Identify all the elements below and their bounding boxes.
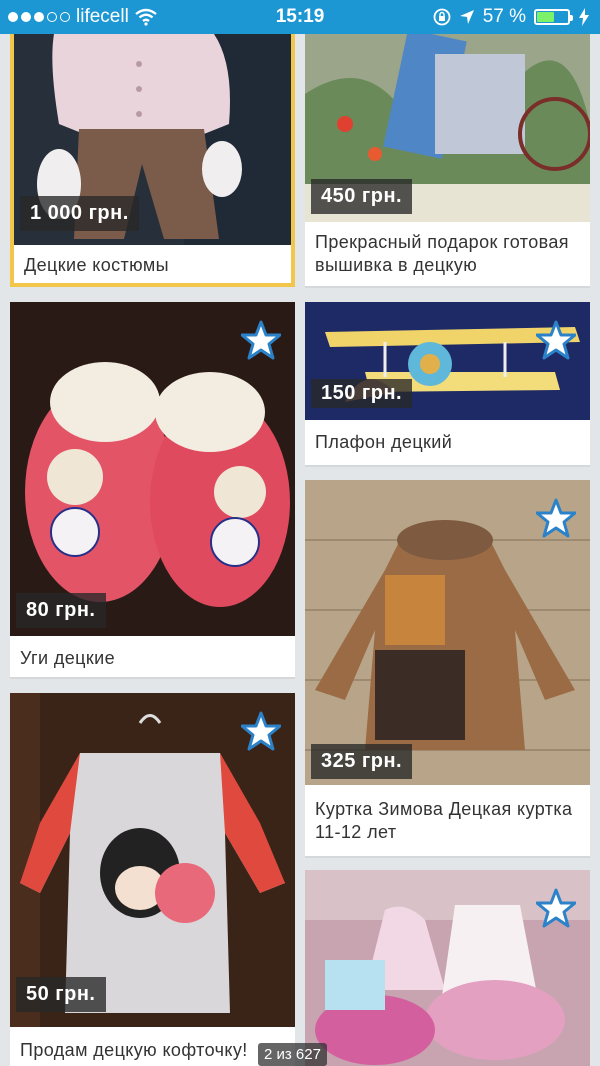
listing-card[interactable]: 150 грн. Плафон децкий <box>305 302 590 467</box>
price-badge: 325 грн. <box>311 744 413 779</box>
favorite-star-icon[interactable] <box>536 498 576 538</box>
location-arrow-icon <box>459 10 474 24</box>
listing-card[interactable] <box>305 870 590 1066</box>
listing-title: Прекрасный подарок готовая вышивка в дец… <box>315 232 569 275</box>
battery-icon <box>534 9 573 25</box>
orientation-lock-icon <box>433 8 451 26</box>
page-indicator: 2 из 627 <box>258 1043 327 1066</box>
favorite-star-icon[interactable] <box>536 888 576 928</box>
price-badge: 50 грн. <box>16 977 106 1012</box>
battery-percent: 57 % <box>482 6 526 27</box>
listing-title: Плафон децкий <box>315 432 453 452</box>
listing-title: Децкие костюмы <box>24 255 169 275</box>
listing-card[interactable]: 80 грн. Уги децкие <box>10 302 295 679</box>
listing-card[interactable]: 325 грн. Куртка Зимова Децкая куртка 11-… <box>305 480 590 858</box>
price-badge: 80 грн. <box>16 593 106 628</box>
status-bar: lifecell 15:19 57 % <box>0 0 600 34</box>
price-badge: 1 000 грн. <box>20 196 139 231</box>
listing-title: Уги децкие <box>20 648 116 668</box>
listing-title: Продам децкую кофточку! <box>20 1040 248 1060</box>
listing-card[interactable]: 1 000 грн. Децкие костюмы <box>10 34 295 287</box>
price-badge: 450 грн. <box>311 179 413 214</box>
listing-card[interactable]: 50 грн. Продам децкую кофточку! <box>10 693 295 1066</box>
charging-bolt-icon <box>579 8 589 26</box>
favorite-star-icon[interactable] <box>536 320 576 360</box>
listing-card[interactable]: 450 грн. Прекрасный подарок готовая выши… <box>305 34 590 288</box>
favorite-star-icon[interactable] <box>241 711 281 751</box>
listing-title: Куртка Зимова Децкая куртка 11-12 лет <box>315 799 573 842</box>
favorite-star-icon[interactable] <box>241 320 281 360</box>
price-badge: 150 грн. <box>311 379 413 408</box>
